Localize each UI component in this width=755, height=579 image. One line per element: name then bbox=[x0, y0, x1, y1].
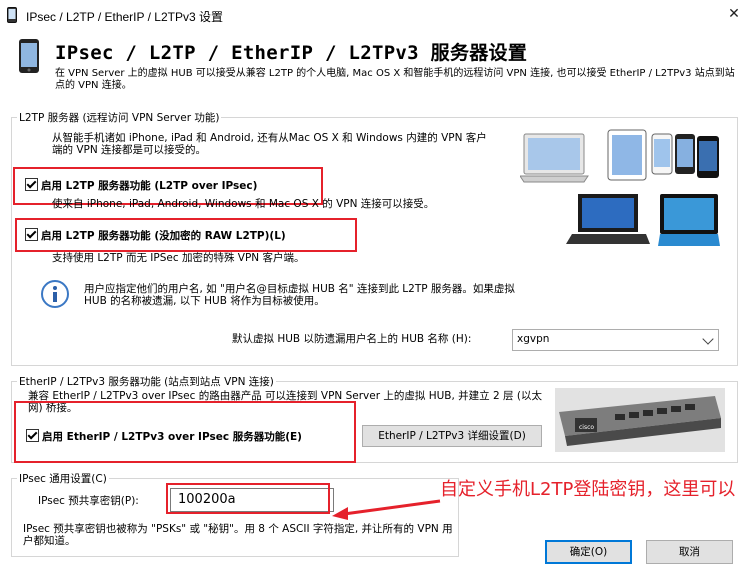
phone-icon bbox=[19, 39, 39, 73]
cancel-button[interactable]: 取消 bbox=[646, 540, 733, 564]
enable-l2tp-raw-checkbox[interactable]: 启用 L2TP 服务器功能 (没加密的 RAW L2TP)(L) bbox=[25, 228, 286, 242]
window-title: IPsec / L2TP / EtherIP / L2TPv3 设置 bbox=[26, 10, 223, 24]
annotation-arrow bbox=[332, 499, 441, 520]
devices-image bbox=[520, 129, 720, 246]
title-bar: IPsec / L2TP / EtherIP / L2TPv3 设置 ✕ bbox=[0, 0, 755, 30]
default-hub-select[interactable]: xgvpn bbox=[512, 329, 719, 351]
psk-note: IPsec 预共享密钥也被称为 "PSKs" 或 "秘钥"。用 8 个 ASCI… bbox=[23, 523, 453, 547]
highlight-psk bbox=[166, 483, 330, 514]
page-title: IPsec / L2TP / EtherIP / L2TPv3 服务器设置 bbox=[55, 42, 528, 64]
app-icon bbox=[7, 7, 17, 23]
enable-l2tp-ipsec-label: 启用 L2TP 服务器功能 (L2TP over IPsec) bbox=[41, 180, 258, 192]
enable-etherip-label: 启用 EtherIP / L2TPv3 over IPsec 服务器功能(E) bbox=[42, 431, 302, 443]
checkbox-checked-icon[interactable] bbox=[25, 178, 38, 191]
enable-etherip-checkbox[interactable]: 启用 EtherIP / L2TPv3 over IPsec 服务器功能(E) bbox=[26, 429, 352, 443]
close-icon[interactable]: ✕ bbox=[722, 3, 746, 25]
ipsec-group-legend: IPsec 通用设置(C) bbox=[17, 471, 109, 486]
router-image: cisco bbox=[555, 388, 725, 452]
page-description: 在 VPN Server 上的虚拟 HUB 可以接受从兼容 L2TP 的个人电脑… bbox=[55, 68, 735, 91]
chevron-down-icon bbox=[702, 333, 714, 345]
etherip-group-legend: EtherIP / L2TPv3 服务器功能 (站点到站点 VPN 连接) bbox=[17, 374, 276, 389]
router-brand: cisco bbox=[579, 424, 594, 431]
ok-button[interactable]: 确定(O) bbox=[545, 540, 632, 564]
enable-l2tp-ipsec-checkbox[interactable]: 启用 L2TP 服务器功能 (L2TP over IPsec) bbox=[25, 178, 257, 192]
checkbox-checked-icon[interactable] bbox=[26, 429, 39, 442]
l2tp-intro: 从智能手机诸如 iPhone, iPad 和 Android, 还有从Mac O… bbox=[52, 132, 487, 156]
enable-l2tp-raw-label: 启用 L2TP 服务器功能 (没加密的 RAW L2TP)(L) bbox=[41, 230, 286, 242]
annotation-text: 自定义手机L2TP登陆密钥，这里可以 bbox=[440, 479, 736, 500]
etherip-detail-button[interactable]: EtherIP / L2TPv3 详细设置(D) bbox=[362, 425, 542, 447]
l2tp-group-legend: L2TP 服务器 (远程访问 VPN Server 功能) bbox=[17, 110, 222, 125]
default-hub-value: xgvpn bbox=[517, 333, 550, 345]
default-hub-label: 默认虚拟 HUB 以防遗漏用户名上的 HUB 名称 (H): bbox=[232, 333, 472, 345]
psk-label: IPsec 预共享密钥(P): bbox=[38, 495, 139, 507]
info-icon bbox=[41, 280, 69, 308]
l2tp-info-text: 用户应指定他们的用户名, 如 "用户名@目标虚拟 HUB 名" 连接到此 L2T… bbox=[84, 283, 515, 307]
checkbox-checked-icon[interactable] bbox=[25, 228, 38, 241]
enable-l2tp-ipsec-desc: 使来自 iPhone, iPad, Android, Windows 和 Mac… bbox=[52, 198, 435, 210]
enable-l2tp-raw-desc: 支持使用 L2TP 而无 IPSec 加密的特殊 VPN 客户端。 bbox=[52, 252, 305, 264]
